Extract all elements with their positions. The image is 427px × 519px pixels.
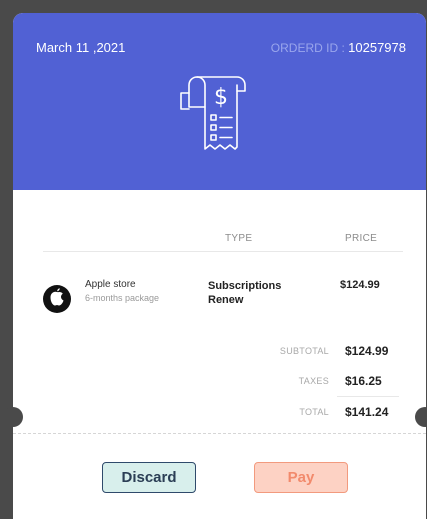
item-type: Subscriptions Renew <box>208 279 281 307</box>
discard-button[interactable]: Discard <box>102 462 196 493</box>
receipt-icon: $ <box>180 76 246 150</box>
item-type-line-1: Subscriptions <box>208 280 282 292</box>
left-notch <box>3 407 23 427</box>
total-label: TOTAL <box>299 407 329 417</box>
taxes-value: $16.25 <box>345 374 382 388</box>
merchant-name: Apple store <box>85 279 136 290</box>
apple-logo-icon <box>43 285 71 313</box>
item-type-line-2: Renew <box>208 294 244 306</box>
subtotal-value: $124.99 <box>345 344 389 358</box>
total-divider <box>337 396 399 397</box>
total-value: $141.24 <box>345 405 389 419</box>
header-divider <box>43 251 403 252</box>
column-header-price: PRICE <box>345 233 378 244</box>
subtotal-label: SUBTOTAL <box>279 346 329 356</box>
svg-text:$: $ <box>214 85 228 110</box>
item-price: $124.99 <box>340 279 380 291</box>
pay-button[interactable]: Pay <box>254 462 348 493</box>
receipt-card: March 11 ,2021 ORDERD ID : 10257978 $ TY… <box>13 13 426 519</box>
receipt-date: March 11 ,2021 <box>36 40 126 55</box>
order-id: ORDERD ID : 10257978 <box>271 40 406 55</box>
taxes-label: TAXES <box>298 376 329 386</box>
tear-line <box>13 433 426 434</box>
column-header-type: TYPE <box>225 233 253 244</box>
order-id-value: 10257978 <box>348 40 406 55</box>
package-name: 6-months package <box>85 293 160 303</box>
order-id-label: ORDERD ID : <box>270 41 345 55</box>
receipt-header: March 11 ,2021 ORDERD ID : 10257978 $ <box>13 13 426 190</box>
merchant-info: Apple store 6-months package <box>85 279 159 303</box>
